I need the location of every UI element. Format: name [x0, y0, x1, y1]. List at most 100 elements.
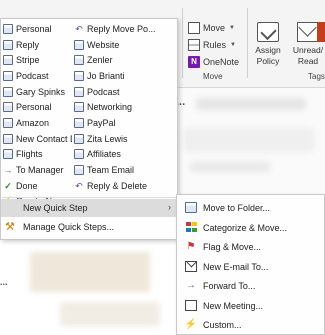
quick-step-item[interactable]: Podcast [1, 68, 72, 84]
quick-step-item[interactable]: Networking [72, 99, 179, 115]
folder-icon [74, 39, 84, 50]
quick-step-item[interactable]: Stripe [1, 52, 72, 68]
new-email-to-item[interactable]: New E-mail To... [177, 257, 325, 277]
folder-icon [74, 70, 84, 81]
categorize-and-move-item[interactable]: Categorize & Move... [177, 218, 325, 238]
quick-step-item[interactable]: Reply [1, 37, 72, 53]
quick-step-item[interactable]: Team Email [72, 162, 179, 178]
quick-step-label: New Contact D... [16, 133, 72, 144]
mail-list-background [0, 232, 180, 335]
quick-step-label: Reply [16, 39, 40, 50]
folder-icon [3, 23, 13, 34]
chevron-right-icon: › [168, 202, 171, 212]
quick-step-label: Personal [16, 102, 52, 113]
quick-step-label: Flights [16, 149, 43, 160]
categorize-ribbon-icon[interactable] [317, 22, 325, 42]
folder-icon [74, 117, 84, 128]
custom-icon: ⚡ [184, 319, 198, 330]
blurred-content [60, 302, 160, 326]
onenote-button[interactable]: N OneNote [188, 54, 246, 70]
folder-icon [74, 149, 84, 160]
move-to-folder-label: Move to Folder... [203, 203, 271, 213]
quick-step-label: Zenler [87, 55, 113, 66]
ribbon-group-separator [182, 8, 183, 78]
quick-step-item[interactable]: ↶ Reply & Delete [72, 178, 179, 194]
move-folder-icon [185, 202, 197, 213]
quick-step-item[interactable]: ✓ Done [1, 178, 72, 194]
quick-step-label: Team Email [87, 165, 135, 176]
quick-steps-menu: Personal ↶ Reply Move Po... Reply Website Str… [0, 18, 178, 240]
move-group-label: Move [203, 72, 223, 81]
quick-step-item[interactable]: Flights [1, 147, 72, 163]
new-email-icon [185, 260, 197, 272]
quick-step-item[interactable]: ↶ Reply Move Po... [72, 21, 179, 37]
blurred-content [184, 128, 314, 152]
quick-step-label: Website [87, 39, 120, 50]
quick-step-item[interactable]: New Contact D... [1, 131, 72, 147]
quick-step-item[interactable]: Website [72, 37, 179, 53]
quick-step-item[interactable]: Personal [1, 21, 72, 37]
reply-icon: ↶ [75, 180, 83, 191]
rules-button[interactable]: Rules ▼ [188, 37, 246, 53]
quick-step-label: Affiliates [87, 149, 121, 160]
move-button[interactable]: Move ▼ [188, 20, 246, 36]
quick-step-label: Reply & Delete [87, 180, 148, 191]
arrow-right-icon: → [3, 165, 13, 176]
new-meeting-item[interactable]: New Meeting... [177, 296, 325, 316]
quick-step-label: Stripe [16, 55, 40, 66]
forward-to-label: Forward To... [203, 281, 256, 291]
forward-to-item[interactable]: → Forward To... [177, 276, 325, 296]
quick-step-label: Amazon [16, 117, 50, 128]
new-email-to-label: New E-mail To... [203, 261, 269, 272]
custom-item[interactable]: ⚡ Custom... [177, 315, 325, 335]
onenote-label: OneNote [203, 57, 240, 67]
quick-step-label: PayPal [87, 117, 116, 128]
quick-step-item[interactable]: Gary Spinks [1, 84, 72, 100]
quick-step-item[interactable]: Jo Brianti [72, 68, 179, 84]
quick-step-label: To Manager [16, 165, 64, 176]
new-quick-step-label: New Quick Step [23, 203, 88, 213]
folder-icon [3, 117, 13, 128]
reply-icon: ↶ [75, 23, 83, 34]
categorize-and-move-label: Categorize & Move... [203, 222, 288, 233]
manage-quick-steps-item[interactable]: ⚒ Manage Quick Steps... [1, 218, 177, 236]
quick-step-label: Personal [16, 23, 52, 34]
blurred-content [30, 252, 150, 292]
quick-step-label: Podcast [87, 86, 120, 97]
flag-icon: ⚑ [186, 241, 196, 252]
quick-step-label: Networking [87, 102, 133, 113]
quick-step-item[interactable]: Zenler [72, 52, 179, 68]
new-quick-step-submenu: Move to Folder... Categorize & Move... ⚑… [176, 194, 325, 335]
chevron-down-icon: ▼ [230, 42, 236, 48]
folder-icon [3, 102, 13, 113]
tags-group-label: Tags [308, 72, 325, 81]
quick-step-item[interactable]: → To Manager [1, 162, 72, 178]
folder-icon [3, 39, 13, 50]
quick-step-item[interactable]: Podcast [72, 84, 179, 100]
move-label: Move [203, 23, 226, 33]
quick-step-label: Podcast [16, 70, 49, 81]
policy-icon [257, 22, 279, 42]
folder-icon [74, 55, 84, 66]
quick-step-item[interactable]: Zita Lewis [72, 131, 179, 147]
folder-icon [74, 133, 84, 144]
new-quick-step-item[interactable]: New Quick Step › [1, 199, 177, 217]
folder-icon [3, 55, 13, 66]
folder-icon [3, 149, 13, 160]
folder-icon [3, 133, 13, 144]
quick-step-label: Done [16, 180, 38, 191]
meeting-icon [185, 299, 197, 311]
unread-read-label: Unread/ Read [292, 45, 324, 66]
quick-step-item[interactable]: Personal [1, 99, 72, 115]
move-to-folder-item[interactable]: Move to Folder... [177, 198, 325, 218]
manage-quick-steps-label: Manage Quick Steps... [23, 222, 115, 232]
categorize-icon [185, 222, 197, 233]
folder-icon [74, 165, 84, 176]
onenote-icon: N [188, 56, 200, 68]
flag-and-move-item[interactable]: ⚑ Flag & Move... [177, 237, 325, 257]
quick-step-item[interactable]: Affiliates [72, 147, 179, 163]
quick-step-label: Reply Move Po... [87, 23, 156, 34]
quick-step-label: Gary Spinks [16, 86, 66, 97]
quick-step-item[interactable]: Amazon [1, 115, 72, 131]
quick-step-item[interactable]: PayPal [72, 115, 179, 131]
